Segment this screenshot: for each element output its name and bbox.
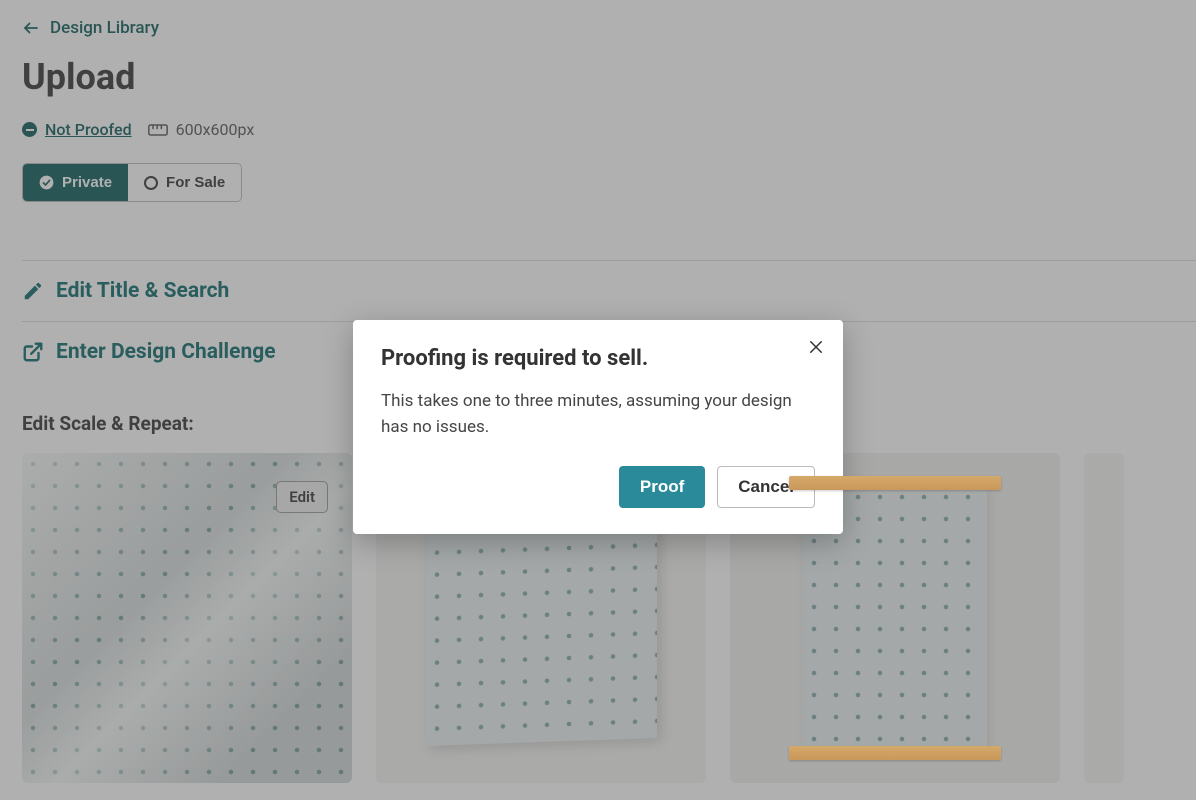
modal-overlay: Proofing is required to sell. This takes… bbox=[0, 0, 1196, 800]
proofing-modal: Proofing is required to sell. This takes… bbox=[353, 320, 843, 534]
modal-body: This takes one to three minutes, assumin… bbox=[381, 389, 815, 440]
proof-button[interactable]: Proof bbox=[619, 466, 705, 508]
modal-actions: Proof Cancel bbox=[381, 466, 815, 508]
modal-title: Proofing is required to sell. bbox=[381, 346, 815, 371]
close-icon[interactable] bbox=[807, 338, 825, 356]
